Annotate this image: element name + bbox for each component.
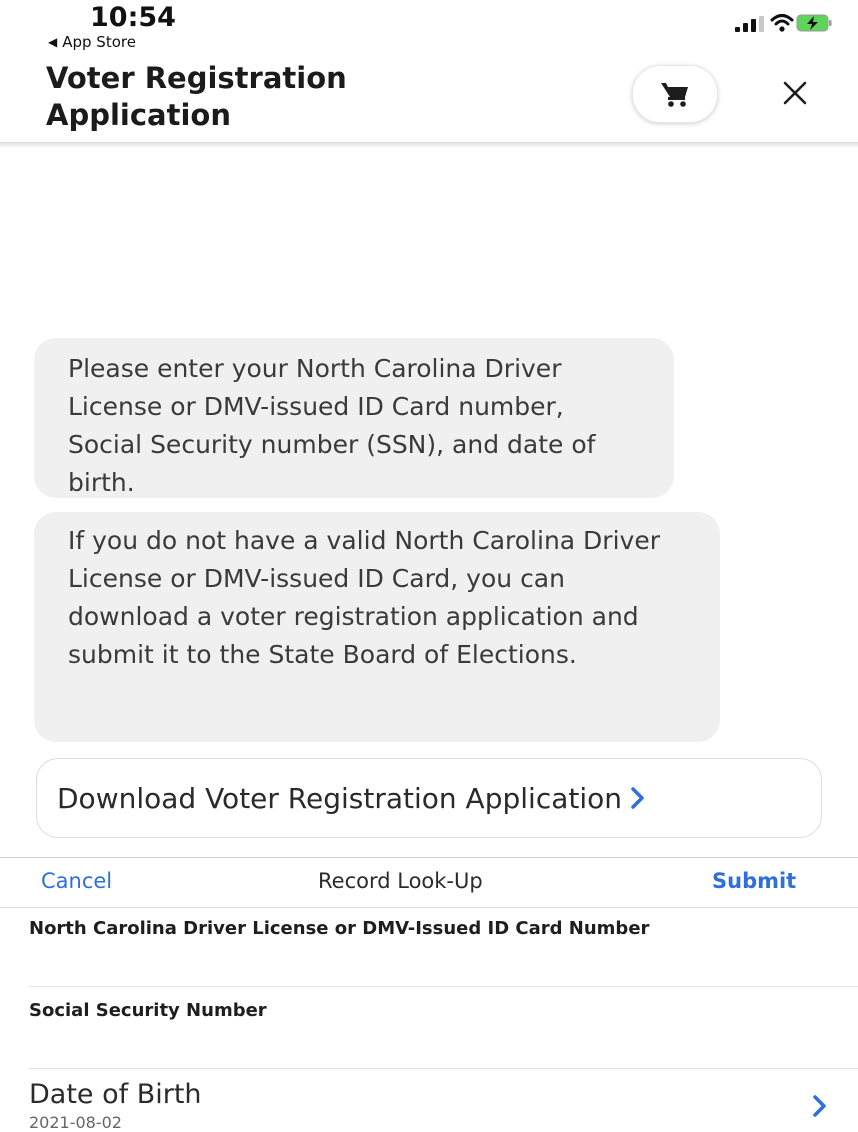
toolbar-divider (0, 857, 858, 858)
shopping-cart-icon (661, 83, 688, 107)
wifi-icon (770, 14, 794, 32)
ssn-field-label: Social Security Number (29, 1000, 267, 1021)
chevron-right-icon[interactable] (812, 1094, 828, 1118)
dob-value: 2021-08-02 (29, 1113, 122, 1132)
chevron-right-icon (631, 787, 644, 809)
back-app-label: App Store (62, 33, 136, 51)
cart-button[interactable] (632, 65, 718, 123)
cancel-button[interactable]: Cancel (41, 869, 112, 893)
form-title: Record Look-Up (318, 869, 483, 893)
license-number-input[interactable] (29, 946, 823, 984)
download-button-label: Download Voter Registration Application (57, 781, 623, 815)
download-application-button[interactable]: Download Voter Registration Application (36, 758, 822, 838)
cellular-signal-icon (735, 16, 764, 32)
dob-label: Date of Birth (29, 1079, 202, 1110)
back-triangle-icon: ◀ (48, 35, 58, 49)
close-icon (783, 81, 807, 105)
submit-button[interactable]: Submit (712, 869, 796, 893)
message-bubble: Please enter your North Carolina Driver … (34, 338, 674, 498)
toolbar-divider (0, 907, 858, 908)
ssn-input[interactable] (29, 1028, 823, 1066)
field-divider (29, 986, 858, 987)
header-divider (0, 142, 858, 147)
license-field-label: North Carolina Driver License or DMV-Iss… (29, 918, 650, 939)
back-to-app-link[interactable]: ◀ App Store (48, 33, 136, 51)
message-bubble: If you do not have a valid North Carolin… (34, 512, 720, 742)
status-time: 10:54 (90, 2, 176, 33)
field-divider (29, 1068, 858, 1069)
close-button[interactable] (772, 70, 818, 116)
battery-charging-icon (796, 14, 832, 32)
page-title: Voter Registration Application (46, 61, 347, 132)
